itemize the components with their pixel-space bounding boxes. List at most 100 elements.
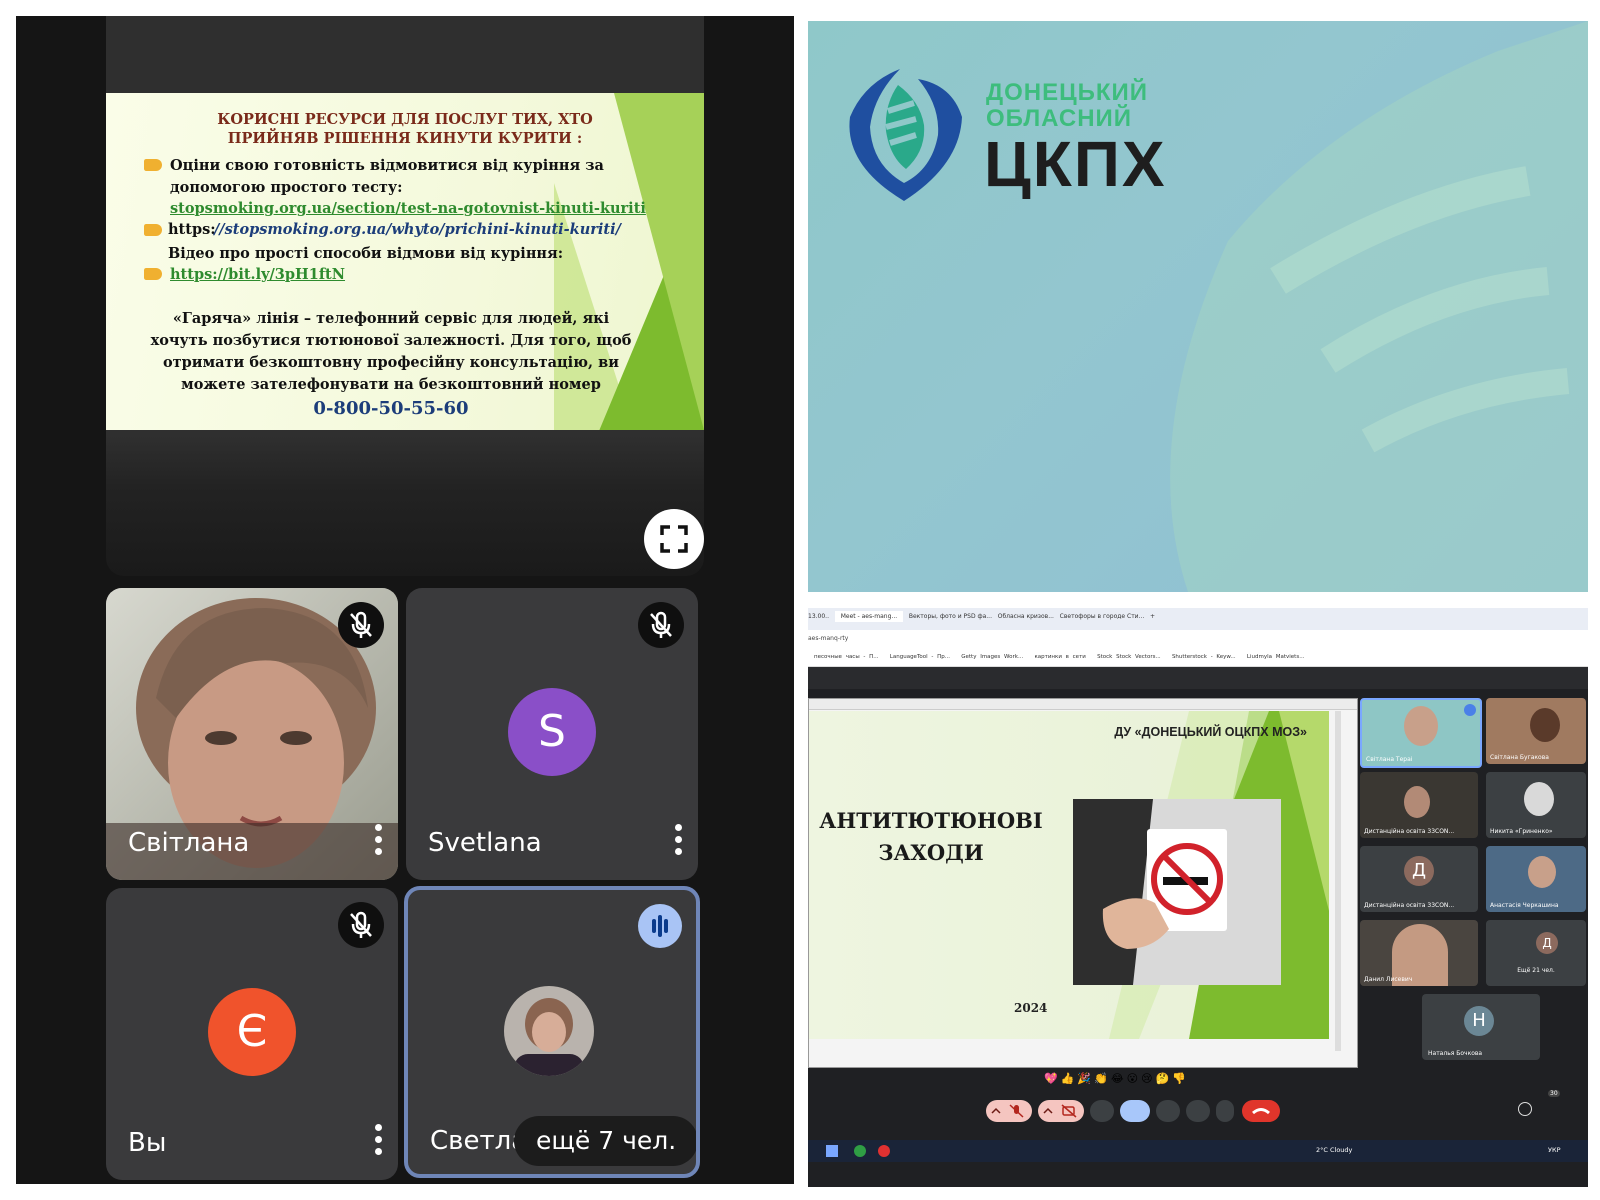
muted-mic-button[interactable] bbox=[638, 602, 684, 648]
gallery-tile[interactable]: Никита «Гриненко» bbox=[1486, 772, 1586, 838]
captions-icon[interactable] bbox=[1090, 1100, 1114, 1122]
hotline-para-line1: «Гаряча» лінія – телефонний сервіс для л… bbox=[172, 310, 610, 327]
slide-title-line2: ПРИЙНЯВ РІШЕННЯ КИНУТИ КУРИТИ : bbox=[227, 130, 583, 147]
reaction-laugh[interactable]: 😂 bbox=[1111, 1072, 1127, 1085]
hotline-para-line2: хочуть позбутися тютюнової залежності. Д… bbox=[150, 332, 632, 349]
address-bar[interactable]: aes-manq-rty bbox=[808, 630, 1588, 650]
bullet1-line2: допомогою простого тесту: bbox=[170, 179, 403, 196]
reaction-party[interactable]: 🎉 bbox=[1077, 1072, 1094, 1085]
logo-text-abbr: ЦКПХ bbox=[984, 128, 1167, 200]
language-indicator[interactable]: УКР bbox=[1548, 1146, 1561, 1154]
bookmark[interactable]: LanguageTool - Пр... bbox=[890, 654, 950, 660]
pointing-hand-icon bbox=[144, 159, 162, 171]
people-icon[interactable]: 30 bbox=[1540, 1090, 1560, 1116]
bookmark[interactable]: Stock Stock Vectors... bbox=[1097, 654, 1161, 660]
participant-tile-svitlana[interactable]: Світлана bbox=[106, 588, 398, 880]
raise-hand-icon[interactable] bbox=[1186, 1100, 1210, 1122]
more-participants-chip[interactable]: ещё 7 чел. bbox=[514, 1116, 696, 1166]
leave-call-button[interactable] bbox=[1242, 1100, 1280, 1122]
hotline-para-line3: отримати безкоштовну професійну консульт… bbox=[163, 354, 619, 371]
more-options-icon[interactable] bbox=[374, 824, 384, 858]
participant-name: Анастасія Черкашина bbox=[1490, 902, 1559, 909]
participant-name: Наталья Бочкова bbox=[1428, 1050, 1483, 1057]
participant-tile-svetlana[interactable]: S Svetlana bbox=[406, 588, 698, 880]
desktop-meet-screenshot: 13.00.. Meet - aes-mang... Векторы, фото… bbox=[808, 608, 1588, 1187]
participant-tile-speaking[interactable]: Светла ещё 7 чел. bbox=[404, 886, 700, 1178]
reaction-clap[interactable]: 👏 bbox=[1094, 1072, 1111, 1085]
app-icon[interactable] bbox=[878, 1145, 890, 1157]
tab[interactable]: Светофоры в городе Сти... bbox=[1060, 613, 1145, 620]
windows-taskbar: 2°C Cloudy УКР bbox=[808, 1140, 1588, 1162]
logo-text-line1: ДОНЕЦЬКИЙ bbox=[986, 79, 1149, 106]
hotline-para-line4: можете зателефонувати на безкоштовний но… bbox=[181, 376, 601, 393]
slide-title-line1: КОРИСНІ РЕСУРСИ ДЛЯ ПОСЛУГ ТИХ, ХТО bbox=[217, 111, 593, 128]
start-icon[interactable] bbox=[826, 1145, 838, 1157]
reaction-thumbs-up[interactable]: 👍 bbox=[1061, 1072, 1078, 1085]
gallery-tile[interactable]: Анастасія Черкашина bbox=[1486, 846, 1586, 912]
tab[interactable]: Векторы, фото и PSD фа... bbox=[909, 613, 992, 620]
mic-off-icon bbox=[991, 1104, 1024, 1118]
bookmark[interactable]: Shutterstock - Keyw... bbox=[1172, 654, 1236, 660]
bookmark[interactable]: Getty Images Work... bbox=[961, 654, 1023, 660]
anti-tobacco-slide: ДУ «ДОНЕЦЬКИЙ ОЦКПХ МОЗ» АНТИТЮТЮНОВІ ЗА… bbox=[809, 711, 1329, 1039]
participant-tile-self[interactable]: Є Вы bbox=[106, 888, 398, 1180]
emoji-icon[interactable] bbox=[1120, 1100, 1150, 1122]
gallery-tile[interactable]: Д Дистанційна освіта 33CON... bbox=[1360, 846, 1478, 912]
reaction-sad[interactable]: 😢 bbox=[1141, 1072, 1155, 1085]
mic-off-icon bbox=[650, 611, 672, 638]
tab[interactable]: 13.00.. bbox=[808, 613, 829, 620]
bookmark[interactable]: Liudmyla Matviets... bbox=[1247, 654, 1305, 660]
chrome-icon[interactable] bbox=[854, 1145, 866, 1157]
reaction-thumbs-down[interactable]: 👎 bbox=[1172, 1072, 1189, 1085]
url-text: aes-manq-rty bbox=[808, 635, 849, 642]
more-options-icon[interactable] bbox=[1216, 1100, 1234, 1122]
avatar: Є bbox=[208, 988, 296, 1076]
present-screen-icon[interactable] bbox=[1156, 1100, 1180, 1122]
gallery-tile[interactable]: Дистанційна освіта 33CON... bbox=[1360, 772, 1478, 838]
muted-mic-button[interactable] bbox=[338, 902, 384, 948]
participant-gallery: Світлана Тераі Світлана Бугакова Дистанц… bbox=[1360, 698, 1588, 1078]
meeting-controls bbox=[986, 1098, 1282, 1126]
bullet3-link[interactable]: https://bit.ly/3pH1ftN bbox=[170, 266, 345, 283]
gallery-tile[interactable]: Світлана Тераі bbox=[1360, 698, 1482, 768]
presentation-window: ДУ «ДОНЕЦЬКИЙ ОЦКПХ МОЗ» АНТИТЮТЮНОВІ ЗА… bbox=[808, 698, 1358, 1068]
participant-name: Світлана Тераі bbox=[1366, 756, 1413, 763]
mic-toggle-button[interactable] bbox=[986, 1100, 1032, 1122]
tab[interactable]: Обласна кризов... bbox=[998, 613, 1054, 620]
camera-toggle-button[interactable] bbox=[1038, 1100, 1084, 1122]
participant-name: Світлана Бугакова bbox=[1490, 754, 1549, 761]
slide-org: ДУ «ДОНЕЦЬКИЙ ОЦКПХ МОЗ» bbox=[1114, 725, 1307, 739]
participant-name: Svetlana bbox=[428, 828, 542, 858]
avatar: Д bbox=[1536, 932, 1558, 954]
new-tab-button[interactable]: + bbox=[1150, 613, 1155, 620]
more-participants-tile[interactable]: Д Ещё 21 чел. bbox=[1486, 920, 1586, 986]
browser-tab-bar: 13.00.. Meet - aes-mang... Векторы, фото… bbox=[808, 608, 1588, 630]
slide-year: 2024 bbox=[1014, 1001, 1048, 1015]
fullscreen-button[interactable] bbox=[644, 509, 704, 569]
more-participants-label: Ещё 21 чел. bbox=[1517, 967, 1555, 974]
bookmarks-bar: песочные часы - П... LanguageTool - Пр..… bbox=[808, 650, 1588, 667]
organization-logo-panel: ДОНЕЦЬКИЙ ОБЛАСНИЙ ЦКПХ bbox=[808, 21, 1588, 592]
pointing-hand-icon bbox=[144, 268, 162, 280]
slide-title-line1: АНТИТЮТЮНОВІ bbox=[819, 808, 1043, 833]
reaction-thinking[interactable]: 🤔 bbox=[1156, 1072, 1173, 1085]
muted-mic-button[interactable] bbox=[338, 602, 384, 648]
participant-name: Світлана bbox=[128, 828, 250, 858]
info-icon[interactable] bbox=[1518, 1102, 1532, 1116]
more-options-icon[interactable] bbox=[374, 1124, 384, 1158]
bullet2-prefix: https: bbox=[168, 221, 216, 238]
speaking-indicator-icon bbox=[638, 904, 682, 948]
bookmark[interactable]: картинки в сети bbox=[1034, 654, 1085, 660]
more-options-icon[interactable] bbox=[674, 824, 684, 858]
gallery-tile[interactable]: Данил Лисевич bbox=[1360, 920, 1478, 986]
tab-active[interactable]: Meet - aes-mang... bbox=[834, 611, 904, 622]
reaction-heart[interactable]: 💖 bbox=[1044, 1072, 1061, 1085]
mic-off-icon bbox=[350, 611, 372, 638]
reaction-surprised[interactable]: 😮 bbox=[1127, 1072, 1141, 1085]
bullet2-link[interactable]: //stopsmoking.org.ua/whyto/prichini-kinu… bbox=[214, 221, 621, 238]
gallery-tile[interactable]: Світлана Бугакова bbox=[1486, 698, 1586, 764]
bookmark[interactable]: песочные часы - П... bbox=[814, 654, 879, 660]
bullet1-link[interactable]: stopsmoking.org.ua/section/test-na-gotov… bbox=[170, 200, 646, 217]
gallery-tile[interactable]: Н Наталья Бочкова bbox=[1422, 994, 1540, 1060]
scrollbar[interactable] bbox=[1335, 711, 1341, 1051]
